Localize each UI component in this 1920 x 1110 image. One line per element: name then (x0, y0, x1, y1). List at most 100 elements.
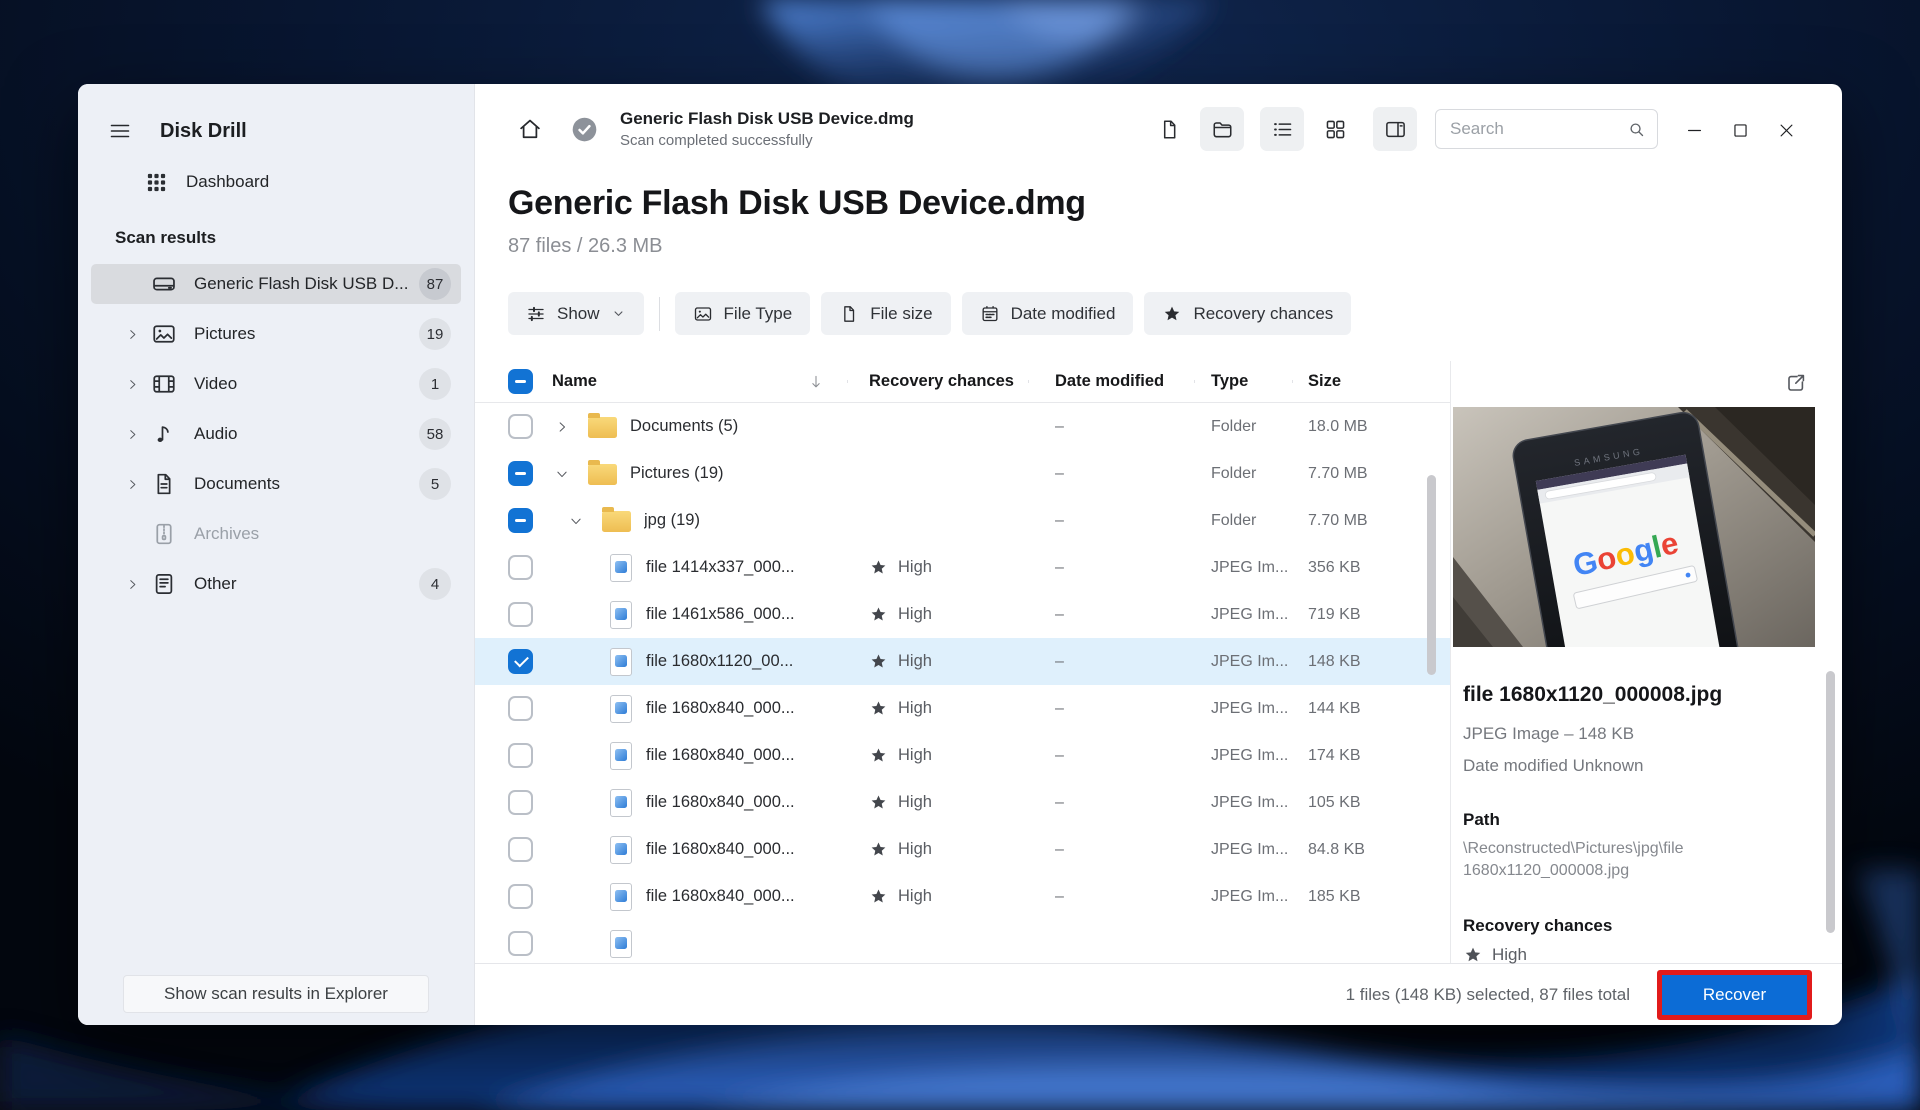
preview-file-meta: JPEG Image – 148 KB (1463, 724, 1635, 743)
table-row[interactable]: file 1680x840_000... High – JPEG Im... 84.8 … (475, 826, 1450, 873)
table-row[interactable]: file 1680x840_000... High – JPEG Im... 185 K… (475, 873, 1450, 920)
files-summary: 87 files / 26.3 MB (508, 235, 663, 257)
table-row[interactable]: jpg (19) – Folder 7.70 MB (475, 497, 1450, 544)
row-type-cell: JPEG Im... (1211, 840, 1289, 858)
chevron-down-icon[interactable] (554, 466, 574, 482)
expand-chevron-icon[interactable] (125, 427, 151, 442)
table-row[interactable] (475, 920, 1450, 963)
row-checkbox-cell (508, 461, 552, 486)
sidebar-item-label: Pictures (194, 324, 256, 343)
row-checkbox[interactable] (508, 461, 533, 486)
close-button[interactable] (1762, 109, 1808, 149)
panel-scrollbar[interactable] (1826, 671, 1835, 933)
preview-panel: SAMSUNG Google file 1680x1120_000008.jpg… (1450, 361, 1842, 964)
filter-label: File size (870, 303, 933, 323)
expand-chevron-icon[interactable] (125, 377, 151, 392)
list-view-icon (1271, 118, 1294, 141)
row-checkbox[interactable] (508, 602, 533, 627)
close-icon (1777, 121, 1794, 138)
chevron-right-icon[interactable] (554, 419, 574, 435)
select-all-checkbox[interactable] (508, 369, 533, 394)
filter-bar: Show File Type File size Date modified Reco… (508, 292, 1842, 335)
row-checkbox[interactable] (508, 790, 533, 815)
column-header-size[interactable]: Size (1292, 372, 1450, 391)
expand-chevron-icon[interactable] (125, 327, 151, 342)
expand-chevron-icon[interactable] (125, 477, 151, 492)
column-header-recovery[interactable]: Recovery chances (847, 372, 1028, 391)
filter-file-type-button[interactable]: File Type (674, 292, 811, 335)
row-checkbox[interactable] (508, 884, 533, 909)
file-view-button[interactable] (1147, 107, 1191, 151)
table-row[interactable]: file 1414x337_000... High – JPEG Im... 356 K… (475, 544, 1450, 591)
table-row[interactable]: file 1680x1120_00... High – JPEG Im... 148 K… (475, 638, 1450, 685)
row-checkbox[interactable] (508, 931, 533, 956)
table-row[interactable]: file 1680x840_000... High – JPEG Im... 105 K… (475, 779, 1450, 826)
recover-button[interactable]: Recover (1662, 974, 1807, 1015)
table-scrollbar[interactable] (1427, 475, 1436, 675)
row-date-cell: – (1055, 417, 1064, 435)
row-date-cell: – (1055, 746, 1064, 764)
grid-view-button[interactable] (1313, 107, 1357, 151)
preview-panel-button[interactable] (1373, 107, 1417, 151)
grid-view-icon (1324, 118, 1347, 141)
open-preview-icon[interactable] (1784, 371, 1808, 395)
column-header-date[interactable]: Date modified (1028, 372, 1194, 391)
table-row[interactable]: file 1680x840_000... High – JPEG Im... 174 K… (475, 732, 1450, 779)
filter-file-size-button[interactable]: File size (821, 292, 951, 335)
jpeg-file-icon (610, 882, 632, 911)
count-badge: 4 (419, 568, 451, 600)
preview-image: SAMSUNG Google (1453, 407, 1815, 647)
sidebar-item-label: Generic Flash Disk USB D... (194, 274, 409, 293)
table-row[interactable]: Documents (5) – Folder 18.0 MB (475, 403, 1450, 450)
chevron-down-icon[interactable] (568, 513, 588, 529)
recovery-value: High (898, 746, 932, 764)
table-row[interactable]: file 1680x840_000... High – JPEG Im... 144 K… (475, 685, 1450, 732)
sort-descending-icon[interactable] (807, 373, 825, 391)
home-icon[interactable] (517, 116, 543, 142)
row-checkbox[interactable] (508, 696, 533, 721)
table-header: Name Recovery chances Date modified Type… (475, 361, 1450, 403)
row-checkbox[interactable] (508, 555, 533, 580)
maximize-button[interactable] (1716, 109, 1762, 149)
search-input[interactable] (1436, 119, 1707, 139)
audio-icon (151, 421, 177, 447)
sidebar-item-pictures[interactable]: Pictures 19 (91, 314, 461, 354)
sidebar-item-documents[interactable]: Documents 5 (91, 464, 461, 504)
folder-view-button[interactable] (1200, 107, 1244, 151)
filter-recovery-chances-button[interactable]: Recovery chances (1144, 292, 1352, 335)
menu-icon[interactable] (108, 119, 132, 143)
row-checkbox[interactable] (508, 414, 533, 439)
sidebar-item-audio[interactable]: Audio 58 (91, 414, 461, 454)
recovery-value: High (898, 558, 932, 576)
sidebar-item-label: Archives (194, 524, 260, 543)
filter-label: Date modified (1010, 303, 1116, 323)
table-row[interactable]: file 1461x586_000... High – JPEG Im... 719 K… (475, 591, 1450, 638)
sidebar-item-video[interactable]: Video 1 (91, 364, 461, 404)
column-header-name[interactable]: Name (552, 372, 847, 391)
recovery-value: High (898, 887, 932, 905)
sidebar-item-archives[interactable]: Archives (91, 514, 461, 554)
table-row[interactable]: Pictures (19) – Folder 7.70 MB (475, 450, 1450, 497)
row-checkbox[interactable] (508, 508, 533, 533)
row-size-cell: 84.8 KB (1308, 840, 1365, 858)
row-recovery-cell: High (847, 793, 1028, 812)
row-checkbox-cell (508, 555, 552, 580)
row-date-cell: – (1055, 511, 1064, 529)
preview-panel-icon (1384, 118, 1407, 141)
show-in-explorer-button[interactable]: Show scan results in Explorer (123, 975, 429, 1013)
row-checkbox[interactable] (508, 837, 533, 862)
list-view-button[interactable] (1260, 107, 1304, 151)
sidebar-item-generic-flash-disk-usb-d[interactable]: Generic Flash Disk USB D... 87 (91, 264, 461, 304)
column-header-type[interactable]: Type (1194, 372, 1292, 391)
row-checkbox[interactable] (508, 743, 533, 768)
sidebar-item-other[interactable]: Other 4 (91, 564, 461, 604)
results-body: Name Recovery chances Date modified Type… (475, 361, 1842, 964)
row-checkbox-cell (508, 884, 552, 909)
filter-date-modified-button[interactable]: Date modified (961, 292, 1134, 335)
star-icon (869, 840, 888, 859)
show-filter-button[interactable]: Show (508, 292, 644, 335)
expand-chevron-icon[interactable] (125, 577, 151, 592)
row-checkbox[interactable] (508, 649, 533, 674)
sidebar-item-dashboard[interactable]: Dashboard (91, 162, 461, 202)
row-recovery-cell: High (847, 699, 1028, 718)
